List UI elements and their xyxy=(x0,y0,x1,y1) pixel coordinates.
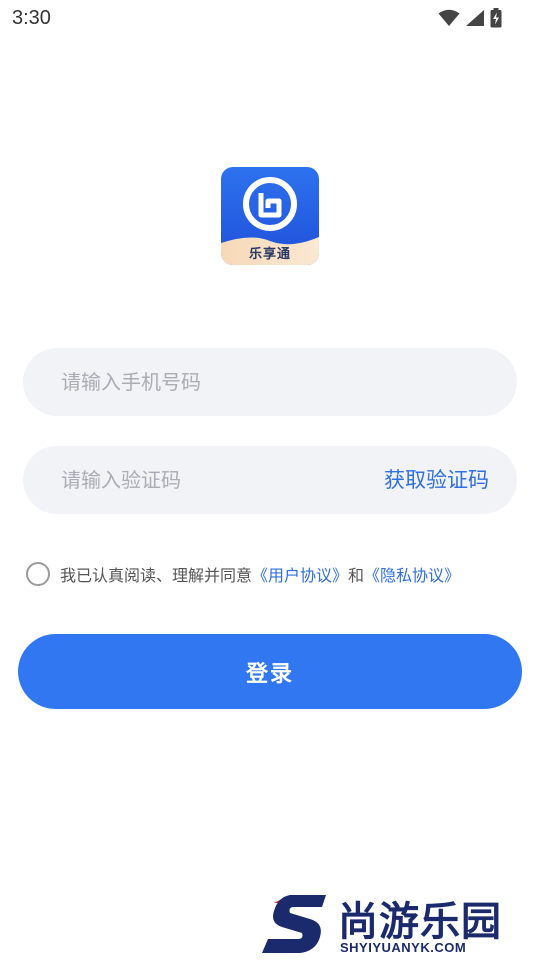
status-time: 3:30 xyxy=(12,7,51,29)
privacy-policy-link[interactable]: 《隐私协议》 xyxy=(364,562,460,586)
phone-field xyxy=(23,348,517,416)
status-icons xyxy=(438,7,502,29)
watermark-url: SHYIYUANYK.COM xyxy=(340,940,467,955)
app-logo-name: 乐享通 xyxy=(248,247,291,262)
agreement-text: 我已认真阅读、理解并同意 xyxy=(60,566,253,585)
wifi-icon xyxy=(438,9,460,26)
watermark-logo-icon xyxy=(262,895,326,953)
app-logo: 乐享通 xyxy=(221,167,319,265)
watermark-title: 尚游乐园 xyxy=(338,899,502,945)
agreement-and-text: 和 xyxy=(348,566,365,585)
agreement-row: 我已认真阅读、理解并同意 《用户协议》 和 《隐私协议》 xyxy=(26,558,460,590)
watermark: 尚游乐园 SHYIYUANYK.COM xyxy=(260,893,535,955)
verification-code-input[interactable] xyxy=(61,446,351,514)
status-bar: 3:30 xyxy=(0,0,540,38)
battery-charging-icon xyxy=(490,8,502,28)
get-code-button[interactable]: 获取验证码 xyxy=(384,446,489,514)
phone-input[interactable] xyxy=(61,348,481,416)
code-field: 获取验证码 xyxy=(23,446,517,514)
signal-icon xyxy=(466,10,484,26)
login-button[interactable]: 登录 xyxy=(18,634,522,709)
agreement-checkbox[interactable] xyxy=(26,562,50,586)
user-agreement-link[interactable]: 《用户协议》 xyxy=(252,562,348,586)
